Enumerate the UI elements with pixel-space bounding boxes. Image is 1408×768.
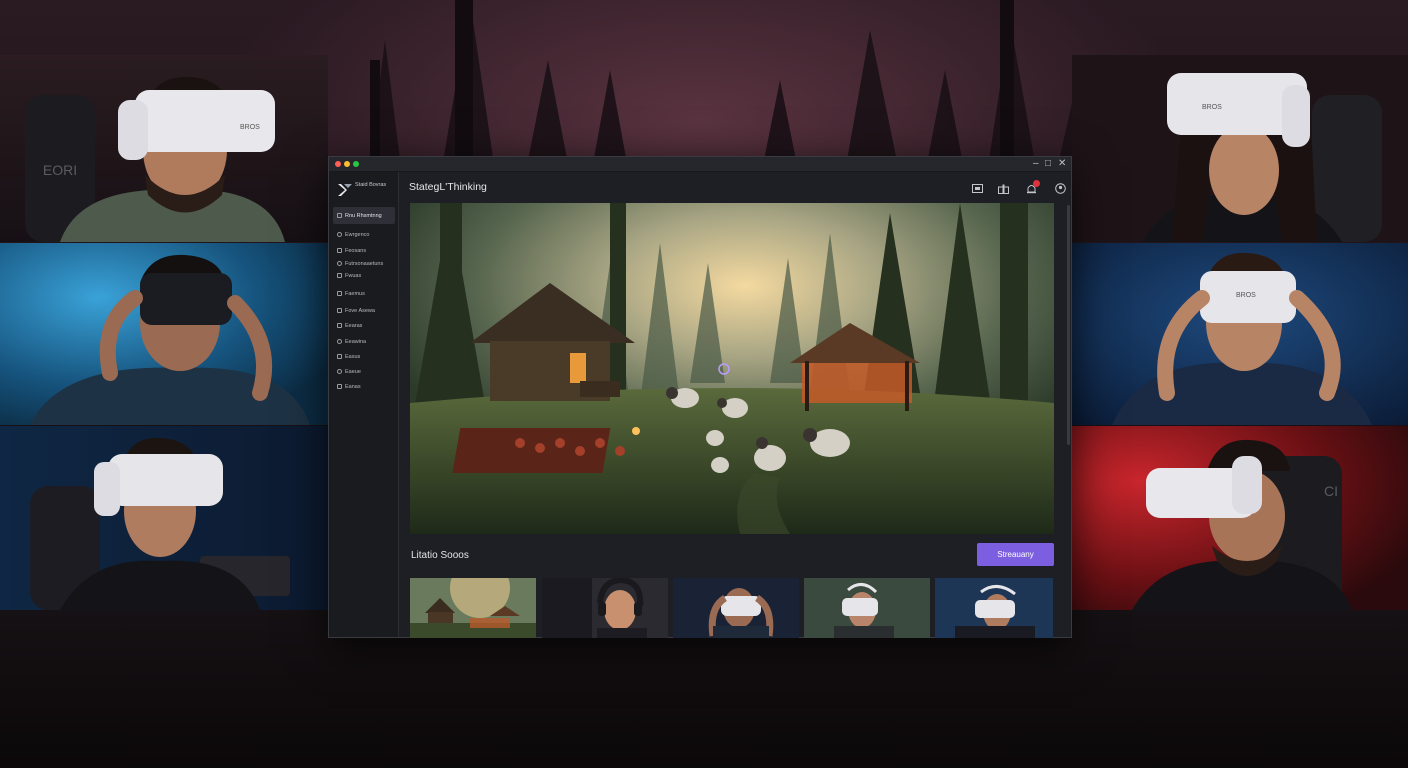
sidebar-item-label: Fwuas [345, 272, 362, 279]
sidebar-item-label: Eeawina [345, 338, 367, 345]
chair-label: EORI [43, 162, 77, 178]
forest-village-scene [410, 203, 1054, 534]
app-logo[interactable]: Staid Bovras [335, 180, 395, 202]
page-title: StategL'Thinking [409, 181, 487, 193]
logo-icon [338, 184, 352, 196]
headset-label: BROS [1236, 292, 1256, 299]
thumbnail-3[interactable] [673, 578, 799, 638]
player-tile-left-bottom[interactable] [0, 426, 328, 610]
game-preview[interactable] [410, 203, 1054, 534]
settings-icon [337, 339, 342, 344]
app-window: – □ ✕ Staid Bovras Rnu Rhsmtnng Ewrgenco… [328, 156, 1072, 638]
sidebar-item-9[interactable]: Easus [333, 350, 395, 363]
user-icon [337, 369, 342, 374]
sidebar-item-2[interactable]: Feosans [333, 244, 395, 257]
globe-icon [337, 261, 342, 266]
sidebar-item-label: Eaeue [345, 368, 361, 375]
thumbnail-1[interactable] [410, 578, 536, 638]
scrollbar[interactable] [1067, 205, 1070, 445]
sidebar: Staid Bovras Rnu Rhsmtnng Ewrgenco Feosa… [329, 172, 399, 637]
close-dot-icon[interactable] [335, 161, 341, 167]
thumbnail-2[interactable] [542, 578, 668, 638]
chair-label: CI [1324, 483, 1338, 499]
player-tile-right-top[interactable]: BROS [1072, 55, 1408, 242]
minimize-dot-icon[interactable] [344, 161, 350, 167]
sidebar-item-label: Futrsonaaetuns [345, 260, 384, 267]
vr-headset-icon [140, 273, 232, 325]
circle-icon [337, 232, 342, 237]
sidebar-item-5[interactable]: Faemus [333, 287, 395, 300]
minimize-button[interactable]: – [1033, 158, 1039, 170]
sidebar-item-label: Eearas [345, 322, 363, 329]
player-tile-right-middle[interactable]: BROS [1072, 243, 1408, 425]
sidebar-item-8[interactable]: Eeawina [333, 335, 395, 348]
sidebar-item-0[interactable]: Rnu Rhsmtnng [333, 207, 395, 224]
logo-text: Staid Bovras [355, 182, 387, 188]
sidebar-item-7[interactable]: Eearas [333, 319, 395, 332]
sidebar-item-1[interactable]: Ewrgenco [333, 228, 395, 241]
close-button[interactable]: ✕ [1058, 158, 1066, 170]
maximize-button[interactable]: □ [1045, 158, 1051, 170]
notification-badge [1033, 180, 1040, 187]
grid-icon [337, 248, 342, 253]
sidebar-item-label: Ewrgenco [345, 231, 370, 238]
vr-headset-icon [135, 90, 275, 152]
screen-icon[interactable] [971, 183, 983, 194]
vr-headset-icon [108, 454, 223, 506]
maximize-dot-icon[interactable] [353, 161, 359, 167]
sidebar-item-6[interactable]: Fove Asewa [333, 304, 395, 317]
section-title: Litatio Sooos [411, 550, 469, 561]
headset-label: BROS [1202, 104, 1222, 111]
player-tile-right-bottom[interactable]: CI [1072, 426, 1408, 610]
gift-icon[interactable] [997, 183, 1009, 194]
player-tile-left-middle[interactable] [0, 243, 328, 425]
player-tile-left-top[interactable]: EORI BROS [0, 55, 328, 242]
sidebar-item-label: Faemus [345, 290, 365, 297]
title-bar: – □ ✕ [329, 157, 1071, 172]
people-icon [337, 213, 342, 218]
help-icon [337, 384, 342, 389]
folder-icon [337, 323, 342, 328]
sidebar-item-label: Feosans [345, 247, 367, 254]
thumbnail-5[interactable] [935, 578, 1053, 638]
chat-icon [337, 273, 342, 278]
notification-icon[interactable] [1025, 180, 1040, 194]
profile-icon[interactable] [1054, 183, 1066, 194]
sidebar-item-4[interactable]: Fwuas [333, 269, 395, 282]
sidebar-item-label: Fove Asewa [345, 307, 375, 314]
stream-button[interactable]: Streauany [977, 543, 1054, 566]
sidebar-item-label: Easus [345, 353, 361, 360]
star-icon [337, 308, 342, 313]
sidebar-item-label: Rnu Rhsmtnng [345, 212, 382, 219]
thumbnail-4[interactable] [804, 578, 930, 638]
sidebar-item-11[interactable]: Eanas [333, 380, 395, 393]
sidebar-item-10[interactable]: Eaeue [333, 365, 395, 378]
shield-icon [337, 354, 342, 359]
list-icon [337, 291, 342, 296]
sidebar-item-label: Eanas [345, 383, 361, 390]
headset-label: BROS [240, 124, 260, 131]
